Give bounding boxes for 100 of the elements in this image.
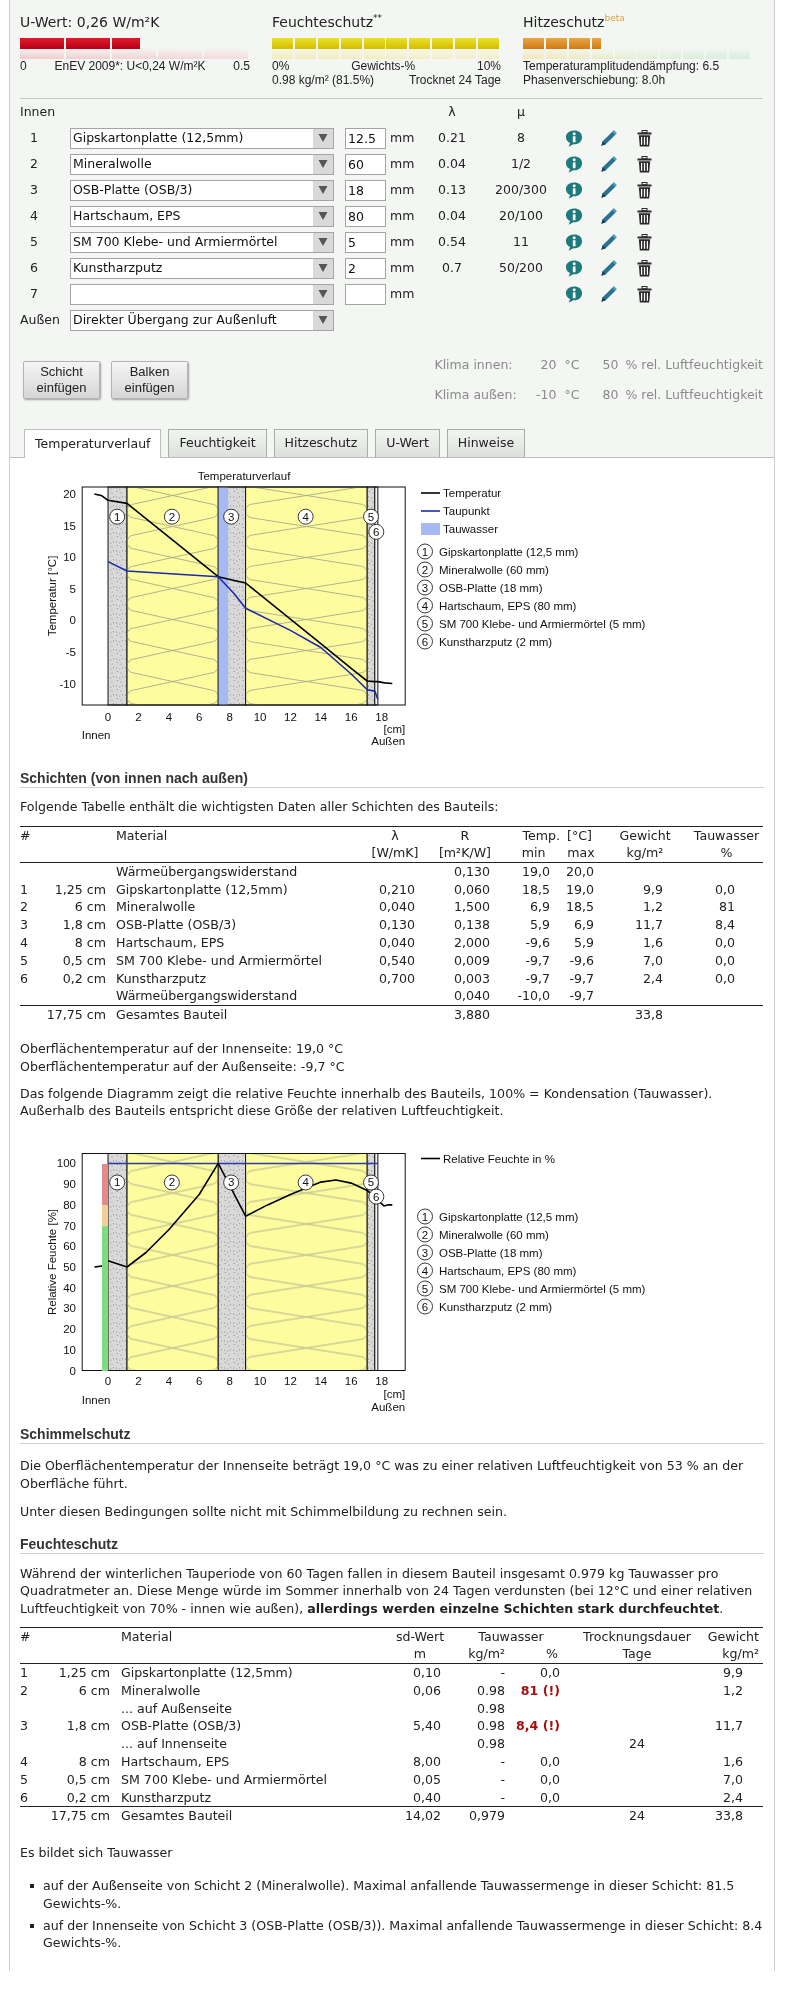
info-icon[interactable]	[565, 259, 583, 277]
thickness-input[interactable]: 12.5	[345, 127, 386, 149]
caret-icon[interactable]	[313, 232, 333, 252]
trash-icon[interactable]	[637, 285, 652, 303]
thickness-input[interactable]: 5	[345, 231, 386, 253]
table-cell-text: SM 700 Klebe- und Armiermörtel	[115, 951, 324, 970]
lambda-value: 0.7	[442, 259, 462, 275]
pencil-icon[interactable]	[600, 129, 618, 147]
humidity-value: 80	[601, 386, 619, 404]
table-cell-text: 2,4	[641, 969, 664, 988]
tick-label: 4	[165, 711, 173, 723]
table-cell-text: 19,0	[564, 880, 595, 899]
unit-label: % rel. Luftfeuchtigkeit	[624, 356, 763, 374]
surface-temperature-text: Oberflächentemperatur auf der Innenseite: 19,0 °C	[20, 1039, 345, 1058]
caret-icon[interactable]	[313, 154, 333, 174]
pencil-icon[interactable]	[600, 181, 618, 199]
layer-number: 5	[417, 615, 433, 632]
tab[interactable]: Hitzeschutz	[273, 429, 369, 457]
thickness-input[interactable]: 2	[345, 257, 386, 279]
table-cell-text: -9,6	[524, 934, 551, 952]
pencil-icon[interactable]	[600, 207, 618, 225]
column-header: Material	[108, 826, 365, 845]
trash-icon[interactable]	[637, 259, 652, 277]
table-cell: 33,8	[600, 1005, 690, 1024]
lambda-value: 0.13	[438, 181, 466, 197]
info-icon[interactable]	[565, 233, 583, 251]
thickness-input[interactable]: 18	[345, 179, 386, 201]
caret-icon[interactable]	[313, 206, 333, 226]
table-cell-text: 6	[20, 969, 29, 988]
pencil-icon[interactable]	[600, 285, 618, 303]
trash-icon[interactable]	[637, 207, 652, 225]
tab[interactable]: Temperaturverlauf	[24, 429, 162, 458]
tab[interactable]: Feuchtigkeit	[168, 429, 267, 457]
table-cell: 24	[572, 1806, 702, 1826]
pencil-icon[interactable]	[600, 233, 618, 251]
caret-icon[interactable]	[313, 128, 333, 148]
material-select[interactable]: Mineralwolle	[70, 153, 334, 175]
info-icon[interactable]	[565, 207, 583, 225]
material-select[interactable]: Hartschaum, EPS	[70, 205, 334, 227]
tick-label: 4	[165, 1375, 173, 1388]
tick-label: 100	[56, 1157, 76, 1170]
trash-icon[interactable]	[637, 129, 652, 147]
tab[interactable]: U-Wert	[375, 429, 440, 457]
table-cell-text: -9,6	[568, 951, 595, 970]
layer-number: 1	[417, 543, 433, 560]
material-select[interactable]: Gipskartonplatte (12,5mm)	[70, 127, 334, 149]
tick-label: -5	[65, 645, 76, 658]
caret-icon[interactable]	[313, 258, 333, 278]
meter-label: Gewichts-%	[351, 60, 416, 73]
unit-label: mm	[390, 285, 415, 301]
annotation: 6	[373, 525, 380, 538]
insert-button[interactable]: Balken einfügen	[111, 361, 188, 399]
thickness-input[interactable]: 80	[345, 205, 386, 227]
chart-title: Temperaturverlauf	[197, 470, 291, 482]
caret-icon[interactable]	[313, 284, 333, 304]
column-header: min	[505, 844, 562, 863]
caret-icon[interactable]	[313, 310, 333, 330]
table-cell-text: 2	[20, 898, 29, 917]
legend-label: Mineralwolle (60 mm)	[439, 1228, 549, 1241]
thickness-input[interactable]	[345, 283, 386, 305]
tick-label: 10	[63, 551, 76, 564]
caret-icon[interactable]	[313, 180, 333, 200]
meter-label: 0%	[272, 60, 290, 73]
meter-label: 0.5	[233, 60, 250, 73]
layer-number: 1	[109, 1174, 126, 1191]
lambda-value: 0.54	[438, 233, 466, 249]
trash-icon[interactable]	[637, 155, 652, 173]
table-cell-text: 0,2 cm	[61, 969, 107, 988]
pencil-icon[interactable]	[600, 155, 618, 173]
material-select[interactable]: SM 700 Klebe- und Armiermörtel	[70, 231, 334, 253]
thickness-input[interactable]: 60	[345, 153, 386, 175]
trash-icon[interactable]	[637, 233, 652, 251]
material-select[interactable]: OSB-Platte (OSB/3)	[70, 179, 334, 201]
table-cell: 19,0	[505, 862, 562, 881]
table-cell-text: 24	[628, 1735, 646, 1753]
material-select[interactable]: Direkter Übergang zur Außenluft	[70, 309, 334, 331]
table-cell: Gipskartonplatte (12,5mm)	[112, 1663, 390, 1682]
table-cell-text: 0,003	[452, 969, 491, 988]
table-cell-text: -	[499, 1752, 506, 1771]
meter-label: 10%	[476, 60, 501, 73]
surface-temperature-text: Oberflächentemperatur auf der Außenseite: -9,7 °C	[20, 1057, 346, 1076]
info-icon[interactable]	[565, 181, 583, 199]
table-cell-text: 8 cm	[73, 934, 107, 952]
info-icon[interactable]	[565, 129, 583, 147]
trash-icon[interactable]	[637, 181, 652, 199]
outside-label: Außen	[371, 735, 406, 747]
section-heading: Schimmelschutz	[20, 1425, 764, 1445]
pencil-icon[interactable]	[600, 259, 618, 277]
insert-button[interactable]: Schicht einfügen	[23, 361, 100, 399]
table-cell-text: ... auf Innenseite	[120, 1735, 229, 1753]
tick-label: 0	[69, 1364, 76, 1377]
axis-title: Temperatur [°C]	[46, 555, 58, 637]
info-icon[interactable]	[565, 285, 583, 303]
material-select[interactable]: Kunstharzputz	[70, 257, 334, 279]
tab[interactable]: Hinweise	[446, 429, 526, 457]
paragraph-text: Die Oberflächentemperatur der Innenseite beträgt 19,0 °C was zu einer relativen Luftfeuchtigkeit von 53 % an der Oberfläche führt.	[20, 1457, 745, 1493]
column-header: μ	[517, 103, 525, 119]
table-cell-text: 7,0	[721, 1770, 744, 1789]
info-icon[interactable]	[565, 155, 583, 173]
layer-number: 1	[109, 508, 126, 525]
